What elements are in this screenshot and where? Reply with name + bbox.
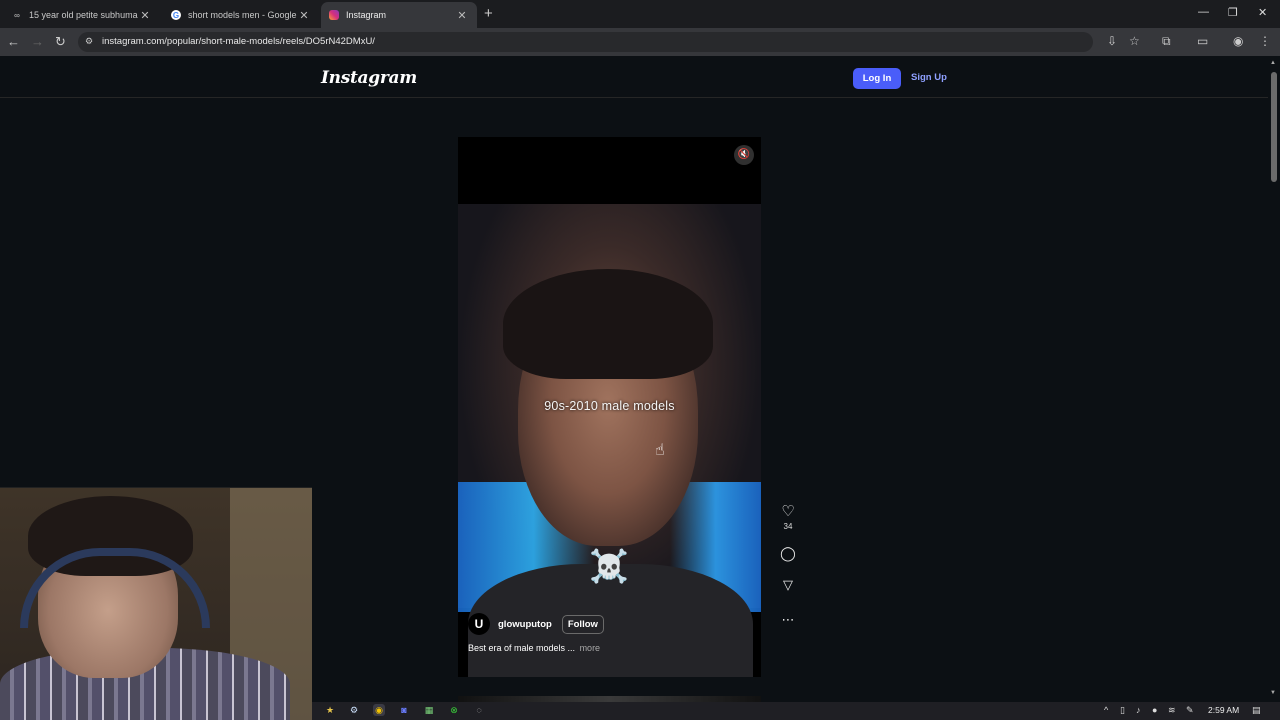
side-panel-icon[interactable]: ▭ [1197, 34, 1208, 48]
install-app-icon[interactable]: ⇩ [1107, 34, 1117, 48]
back-icon[interactable]: ← [7, 34, 20, 49]
volume-icon[interactable]: ♪ [1136, 705, 1141, 715]
pen-icon[interactable]: ✎ [1186, 705, 1194, 716]
reel-video[interactable]: 🔇 90s-2010 male models ☠️ U glowuputop F… [458, 137, 761, 677]
extensions-icon[interactable]: ⧉ [1162, 34, 1171, 49]
notifications-icon[interactable]: ▤ [1252, 705, 1261, 716]
tab-title: short models men - Google Sea [188, 10, 297, 20]
skull-emoji: ☠️ [589, 548, 629, 584]
video-subject-hair [503, 269, 713, 379]
comment-icon[interactable]: ◯ [778, 545, 798, 562]
chrome-icon[interactable]: ◉ [373, 704, 385, 716]
infinity-icon: ∞ [14, 10, 20, 20]
caption-text: Best era of male models ... [468, 643, 576, 653]
video-overlay-text: 90s-2010 male models [544, 399, 675, 413]
scroll-up-icon[interactable]: ▲ [1270, 60, 1276, 66]
reel-author: U glowuputop Follow [468, 613, 604, 635]
obs-icon[interactable]: ◌ [473, 704, 485, 716]
menu-kebab-icon[interactable]: ⋮ [1259, 34, 1271, 48]
discord-icon[interactable]: ◙ [398, 704, 410, 716]
mute-icon[interactable]: 🔇 [734, 145, 754, 165]
scroll-down-icon[interactable]: ▼ [1270, 690, 1276, 696]
follow-button[interactable]: Follow [561, 614, 604, 634]
reload-icon[interactable]: ↻ [55, 34, 66, 50]
microphone-icon[interactable]: ● [1152, 705, 1157, 715]
steam-icon[interactable]: ⚙ [348, 704, 360, 716]
close-tab-icon[interactable]: ✕ [138, 9, 152, 22]
author-username[interactable]: glowuputop [498, 619, 552, 630]
tab-title: Instagram [346, 10, 387, 20]
more-link[interactable]: more [580, 643, 601, 653]
taskbar-clock[interactable]: 2:59 AM [1208, 705, 1239, 715]
url-text: instagram.com/popular/short-male-models/… [102, 36, 375, 47]
close-window-icon[interactable]: ✕ [1258, 6, 1267, 19]
browser-tab-2[interactable]: G short models men - Google Sea ✕ [163, 2, 319, 28]
instagram-icon [329, 10, 339, 20]
minecraft-icon[interactable]: ▦ [423, 704, 435, 716]
instagram-header [0, 57, 1268, 98]
hand-cursor-icon: ☝ [655, 442, 665, 459]
xbox-icon[interactable]: ⊗ [448, 704, 460, 716]
share-icon[interactable]: ▽ [778, 577, 798, 593]
tab-title: 15 year old petite subhuman lo [29, 10, 138, 20]
close-tab-icon[interactable]: ✕ [297, 9, 311, 22]
tray-chevron-icon[interactable]: ^ [1104, 705, 1108, 715]
new-tab-button[interactable]: + [484, 5, 493, 22]
google-icon: G [171, 10, 181, 20]
reel-caption: Best era of male models ... more [468, 643, 600, 653]
close-tab-icon[interactable]: ✕ [455, 9, 469, 22]
webcam-overlay [0, 487, 312, 720]
forward-icon[interactable]: → [31, 34, 44, 49]
taskbar-star-icon[interactable]: ★ [324, 704, 336, 716]
restore-icon[interactable]: ❐ [1228, 6, 1238, 19]
scrollbar-thumb[interactable] [1271, 72, 1277, 182]
browser-tab-3[interactable]: Instagram ✕ [321, 2, 477, 28]
author-avatar[interactable]: U [468, 613, 490, 635]
like-heart-icon[interactable]: ♡ [778, 502, 798, 520]
login-button[interactable]: Log In [853, 68, 901, 89]
bookmark-star-icon[interactable]: ☆ [1129, 34, 1140, 48]
wifi-icon[interactable]: ≋ [1168, 705, 1176, 716]
browser-tab-1[interactable]: ∞ 15 year old petite subhuman lo ✕ [4, 2, 160, 28]
profile-icon[interactable]: ◉ [1233, 34, 1243, 48]
like-count: 34 [783, 522, 793, 531]
instagram-logo[interactable]: Instagram [321, 68, 417, 88]
site-info-icon[interactable]: ⚙ [85, 36, 93, 47]
signup-link[interactable]: Sign Up [911, 72, 947, 83]
more-options-icon[interactable]: ⋯ [778, 612, 798, 628]
battery-icon[interactable]: ▯ [1120, 705, 1125, 716]
minimize-icon[interactable]: — [1198, 6, 1209, 18]
